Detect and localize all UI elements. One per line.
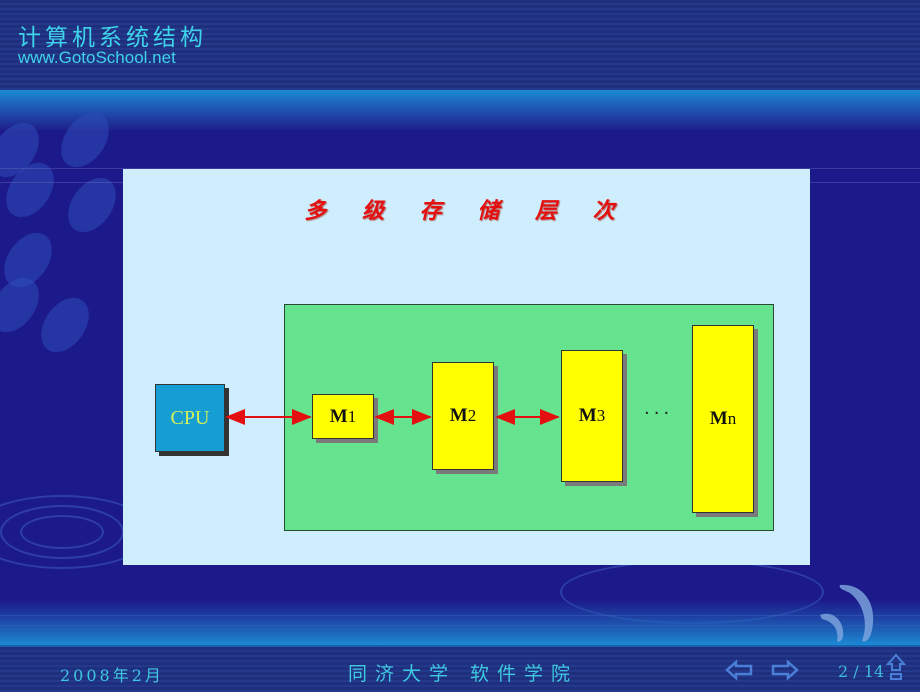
decor-blob [31, 288, 99, 362]
site-url: www.GotoSchool.net [18, 48, 176, 67]
footer-date: 2008年2月 [60, 666, 164, 685]
home-slide-button[interactable] [886, 653, 906, 683]
left-arrow-icon [725, 659, 753, 681]
dolphin-logo-icon [820, 584, 874, 642]
up-arrow-icon [886, 653, 906, 671]
header-band [0, 90, 920, 130]
bottom-glow [0, 600, 920, 645]
slide-footer: 2008年2月 同济大学 软件学院 2 / 14 [0, 645, 920, 692]
slide-content-panel: 多 级 存 储 层 次 CPU M1 M2 M3 ··· Mn [123, 169, 810, 565]
course-title: 计算机系统结构 [18, 25, 207, 51]
decor-blob [58, 168, 126, 242]
right-arrow-icon [771, 659, 799, 681]
prev-slide-button[interactable] [725, 659, 753, 681]
page-number: 2 / 14 [838, 662, 885, 681]
connection-arrows [225, 409, 560, 425]
footer-school: 同济大学 软件学院 [348, 663, 579, 685]
slide-header: 计算机系统结构 www.GotoSchool.net [0, 0, 920, 90]
next-slide-button[interactable] [771, 659, 799, 681]
